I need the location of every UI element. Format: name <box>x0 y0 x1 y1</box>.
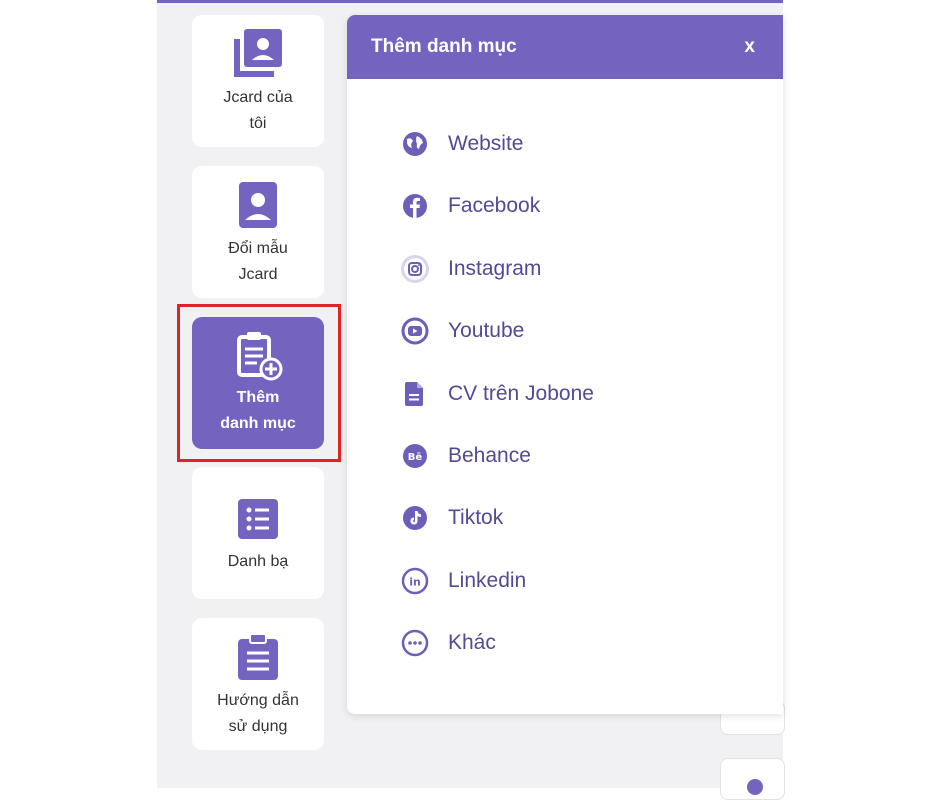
globe-icon <box>401 130 429 158</box>
menu-item-label: Youtube <box>448 319 525 342</box>
menu-item-label: Tiktok <box>448 506 504 529</box>
list-icon <box>238 499 278 539</box>
sidebar-label-line1: Thêm <box>236 389 280 406</box>
panel-title: Thêm danh mục <box>371 36 517 57</box>
svg-text:in: in <box>409 576 421 589</box>
sidebar-label-line2: Jcard <box>238 266 278 283</box>
sidebar-label-line2: tôi <box>249 115 267 132</box>
add-category-panel: Thêm danh mục x Website Facebook Instagr… <box>347 15 783 714</box>
portrait-icon <box>239 182 277 228</box>
sidebar-item-my-jcard[interactable]: Jcard của tôi <box>192 15 324 147</box>
document-icon <box>401 380 429 408</box>
menu-item-label: Instagram <box>448 257 542 280</box>
menu-item-label: Facebook <box>448 194 541 217</box>
linkedin-icon: in <box>401 567 429 595</box>
behance-icon: Bē <box>401 442 429 470</box>
tiktok-icon <box>401 504 429 532</box>
sidebar-label-line2: sử dụng <box>228 718 288 735</box>
menu-item-other[interactable]: Khác <box>401 628 496 658</box>
close-button[interactable]: x <box>744 36 755 58</box>
sidebar-label-line2: danh mục <box>220 415 296 432</box>
youtube-icon <box>401 317 429 345</box>
sidebar-label-line1: Danh bạ <box>227 553 289 570</box>
instagram-icon <box>401 255 429 283</box>
background-card-icon <box>747 779 763 795</box>
clipboard-text-icon <box>238 634 278 680</box>
menu-item-behance[interactable]: Bē Behance <box>401 441 531 471</box>
panel-header: Thêm danh mục x <box>347 15 783 79</box>
menu-item-label: Behance <box>448 444 531 467</box>
menu-item-linkedin[interactable]: in Linkedin <box>401 566 526 596</box>
menu-item-label: Khác <box>448 631 496 654</box>
menu-item-website[interactable]: Website <box>401 129 523 159</box>
background-card <box>720 758 785 800</box>
menu-item-youtube[interactable]: Youtube <box>401 316 524 346</box>
sidebar-item-contacts[interactable]: Danh bạ <box>192 467 324 599</box>
sidebar-label-line1: Jcard của <box>223 89 293 106</box>
top-accent-bar <box>157 0 783 3</box>
menu-item-label: CV trên Jobone <box>448 382 594 405</box>
sidebar-label-line1: Đổi mẫu <box>228 240 288 257</box>
menu-item-label: Website <box>448 132 524 155</box>
clipboard-add-icon <box>237 332 283 381</box>
portrait-stack-icon <box>234 29 282 77</box>
sidebar-item-add-category[interactable]: Thêm danh mục <box>192 317 324 449</box>
facebook-icon <box>401 192 429 220</box>
svg-text:Bē: Bē <box>408 452 423 463</box>
menu-item-label: Linkedin <box>448 569 527 592</box>
menu-item-tiktok[interactable]: Tiktok <box>401 503 503 533</box>
menu-item-instagram[interactable]: Instagram <box>401 254 541 284</box>
more-icon <box>401 629 429 657</box>
sidebar-item-user-guide[interactable]: Hướng dẫn sử dụng <box>192 618 324 750</box>
menu-item-facebook[interactable]: Facebook <box>401 191 540 221</box>
sidebar-label-line1: Hướng dẫn <box>217 692 299 709</box>
sidebar-item-change-template[interactable]: Đổi mẫu Jcard <box>192 166 324 298</box>
menu-item-cv-jobone[interactable]: CV trên Jobone <box>401 379 594 409</box>
